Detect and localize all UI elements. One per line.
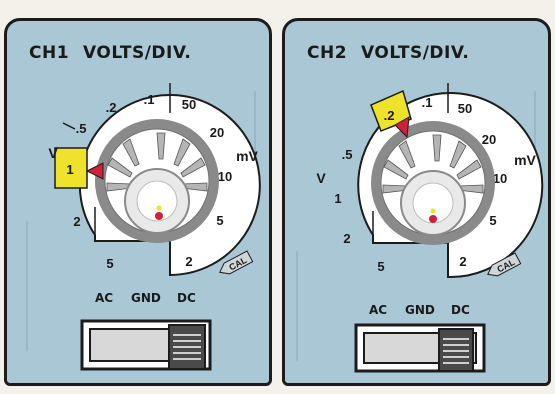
ch2-setting-1v: 1 (334, 191, 341, 206)
ch1-setting-2v: 2 (73, 214, 80, 229)
ch2-coupling-switch[interactable] (354, 323, 486, 373)
ch1-setting-2mv: 2 (185, 254, 192, 269)
ch1-coupling-dc[interactable]: DC (177, 291, 196, 305)
ch1-coupling-gnd[interactable]: GND (131, 291, 161, 305)
ch2-setting-5v: 5 (377, 259, 384, 274)
ch2-coupling-gnd[interactable]: GND (405, 303, 435, 317)
ch2-setting-2mv: 2 (459, 254, 466, 269)
ch2-coupling-ac[interactable]: AC (369, 303, 387, 317)
ch1-setting-5mv: 5 (216, 213, 223, 228)
ch1-setting-10mv: 10 (218, 169, 232, 184)
ch1-setting-50mv: 50 (182, 97, 196, 112)
ch2-setting-50mv: 50 (458, 101, 472, 116)
ch2-setting-0-2v: .2 (384, 108, 395, 123)
ch1-volts-div-dial: 2 1 .5 .2 .1 50 20 10 5 2 2 5 V mV (26, 83, 261, 371)
ch2-setting-20mv: 20 (482, 132, 496, 147)
ch1-setting-20mv: 20 (210, 125, 224, 140)
ch2-cal-knob-indicator (430, 208, 436, 214)
ch2-cal-knob-dot[interactable] (429, 215, 437, 223)
ch1-cal-knob-indicator (156, 205, 162, 211)
ch1-setting-0-1v: .1 (144, 92, 155, 107)
ch2-setting-5mv: 5 (489, 213, 496, 228)
ch1-setting-0-5v: .5 (76, 121, 87, 136)
ch1-coupling-switch[interactable] (80, 319, 212, 371)
ch2-coupling-dc[interactable]: DC (451, 303, 470, 317)
ch2-volts-div-dial: 2 1 .5 .2 .1 50 20 10 5 2 5 V mV CAL (296, 83, 544, 373)
ch2-panel: CH2 VOLTS/DIV. 2 1 .5 .2 .1 50 20 10 5 2 … (282, 18, 551, 386)
ch1-setting-1v: 1 (66, 162, 73, 177)
ch1-coupling-ac[interactable]: AC (95, 291, 113, 305)
ch1-unit-millivolts: mV (236, 148, 258, 164)
ch2-setting-2v: 2 (343, 231, 350, 246)
ch2-setting-0-1v: .1 (422, 95, 433, 110)
ch1-setting-0-2v: .2 (106, 100, 117, 115)
ch2-unit-volts: V (316, 170, 326, 186)
ch1-panel: CH1 VOLTS/DIV. 2 1 .5 .2 .1 50 20 10 5 2 … (4, 18, 272, 386)
ch1-unit-volts: V (48, 145, 58, 161)
ch1-cal-knob-dot[interactable] (155, 212, 163, 220)
ch1-setting-5v-label: 5 (106, 256, 113, 271)
ch2-unit-millivolts: mV (514, 152, 536, 168)
ch2-setting-0-5v: .5 (342, 147, 353, 162)
